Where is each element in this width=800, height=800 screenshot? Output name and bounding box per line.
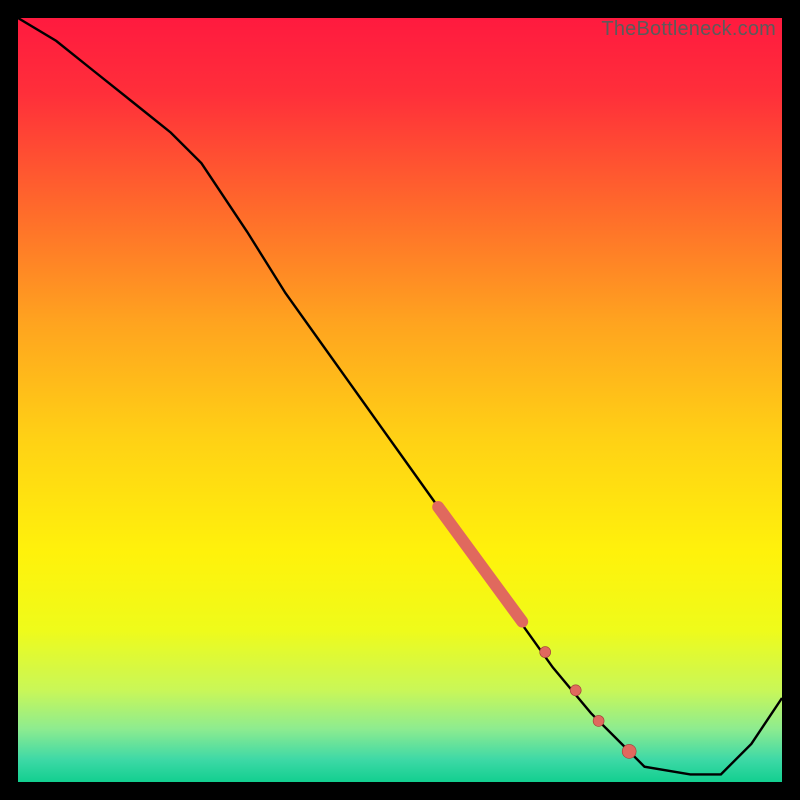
chart-frame: TheBottleneck.com <box>0 0 800 800</box>
plot-area: TheBottleneck.com <box>18 18 782 782</box>
chart-overlay <box>18 18 782 782</box>
highlight-segment <box>438 507 522 622</box>
highlight-points <box>540 647 637 759</box>
watermark-text: TheBottleneck.com <box>601 18 776 41</box>
bottleneck-curve <box>18 18 782 774</box>
